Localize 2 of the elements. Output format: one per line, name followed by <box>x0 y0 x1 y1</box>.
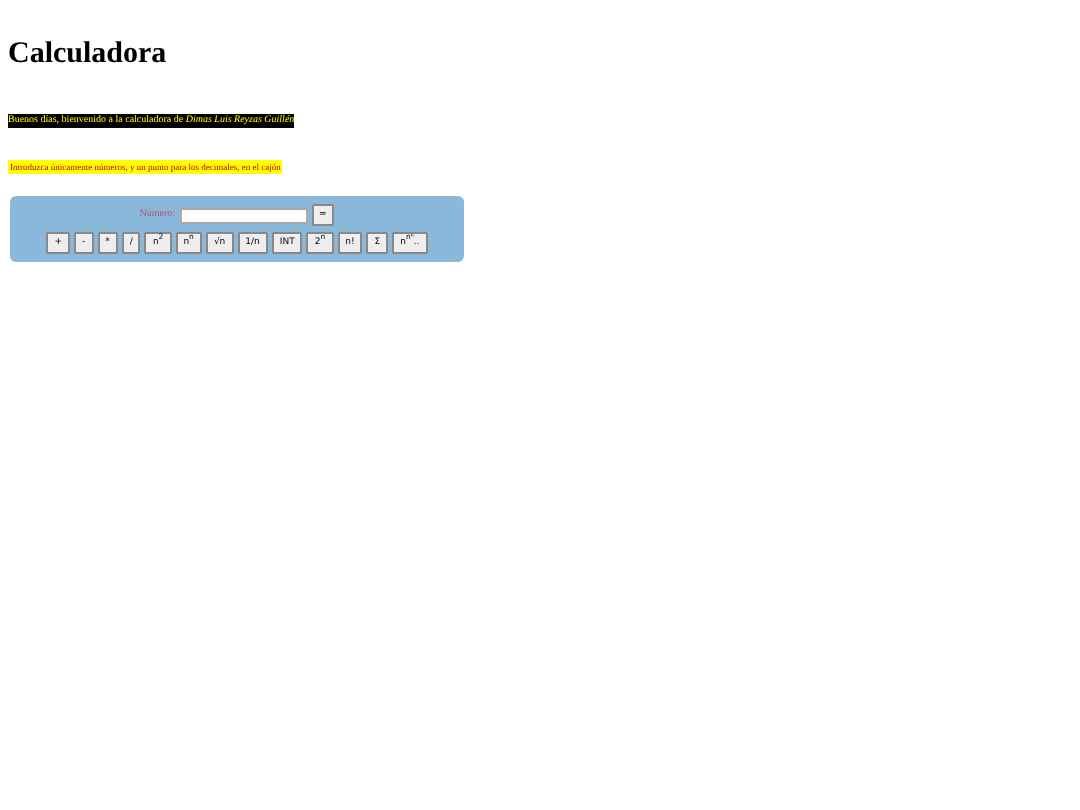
page-title: Calculadora <box>8 38 169 72</box>
number-input-field[interactable] <box>179 207 307 223</box>
